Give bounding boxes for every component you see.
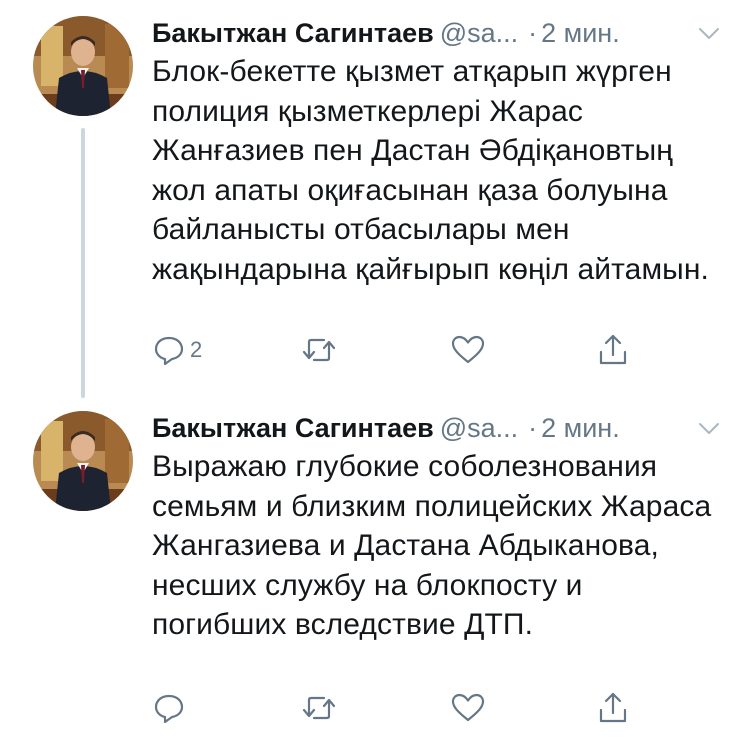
tweet[interactable]: Бакытжан Сагинтаев @sa... · 2 мин. Блок-бек…	[0, 0, 750, 385]
retweet-icon	[302, 338, 336, 362]
author-handle[interactable]: @sa...	[440, 413, 518, 443]
avatar[interactable]	[33, 411, 133, 511]
reply-icon	[154, 336, 184, 366]
like-button[interactable]	[450, 330, 486, 370]
reply-count: 2	[190, 337, 203, 362]
retweet-button[interactable]	[300, 330, 338, 370]
separator-dot: ·	[528, 413, 538, 443]
avatar[interactable]	[33, 16, 133, 116]
tweet[interactable]: Бакытжан Сагинтаев @sa... · 2 мин. Выражаю …	[0, 395, 750, 741]
retweet-button[interactable]	[300, 688, 338, 728]
author-handle[interactable]: @sa...	[440, 18, 518, 48]
author-name[interactable]: Бакытжан Сагинтаев	[152, 18, 434, 48]
avatar-photo	[33, 16, 133, 116]
tweet-actions	[152, 688, 652, 728]
chevron-down-icon[interactable]	[696, 20, 722, 46]
chevron-down-icon[interactable]	[696, 415, 722, 441]
tweet-text: Блок-бекетте қызмет атқарып жүрген полиц…	[152, 55, 709, 286]
timestamp[interactable]: 2 мин.	[541, 18, 620, 48]
heart-icon	[451, 693, 485, 722]
reply-button[interactable]	[152, 688, 190, 728]
tweet-actions: 2	[152, 330, 652, 370]
share-icon	[599, 334, 627, 365]
share-icon	[599, 692, 627, 723]
timestamp[interactable]: 2 мин.	[541, 413, 620, 443]
separator-dot: ·	[528, 18, 538, 48]
reply-icon	[154, 694, 184, 724]
share-button[interactable]	[596, 688, 630, 728]
retweet-icon	[302, 696, 336, 720]
heart-icon	[451, 335, 485, 364]
author-name[interactable]: Бакытжан Сагинтаев	[152, 413, 434, 443]
tweet-text: Выражаю глубокие соболезнования семьям и…	[152, 450, 712, 641]
reply-button[interactable]: 2	[152, 330, 202, 370]
share-button[interactable]	[596, 330, 630, 370]
avatar-photo	[33, 411, 133, 511]
tweet-header: Бакытжан Сагинтаев @sa... · 2 мин.	[152, 14, 722, 52]
tweet-header: Бакытжан Сагинтаев @sa... · 2 мин.	[152, 409, 722, 447]
like-button[interactable]	[450, 688, 486, 728]
